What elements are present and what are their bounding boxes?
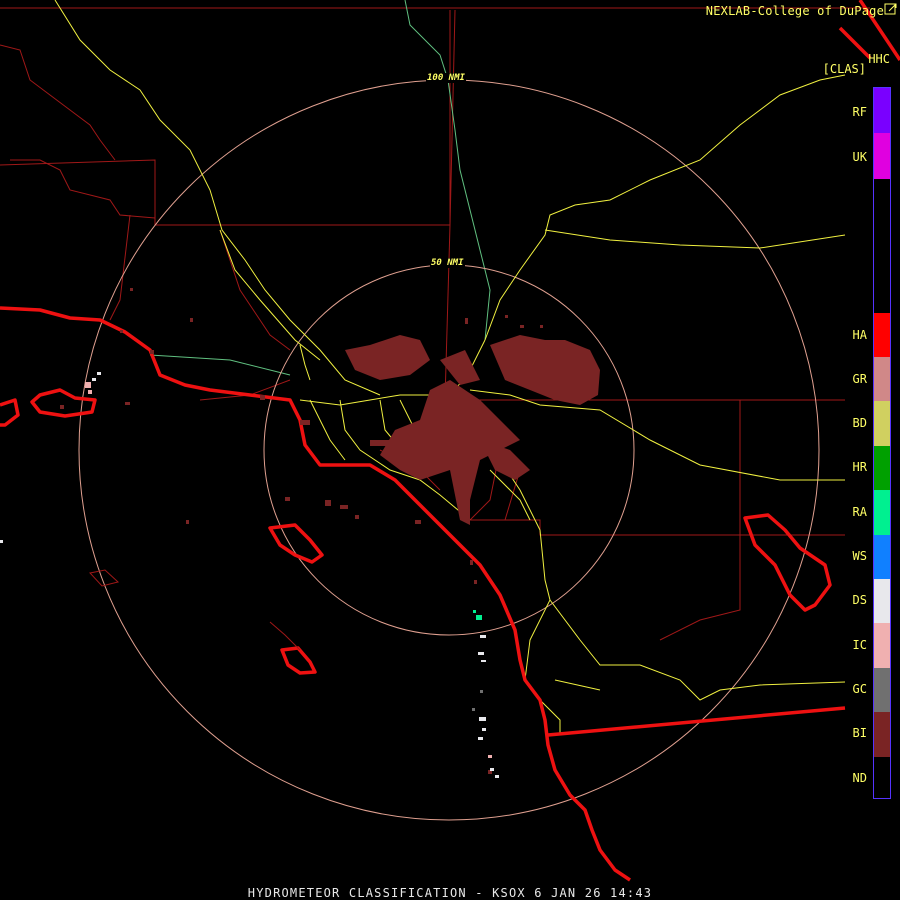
legend-label-uk: UK [852, 150, 867, 164]
product-code: HHC [868, 52, 890, 66]
legend-swatch-ic [874, 623, 890, 668]
legend-label-ha: HA [852, 328, 867, 342]
legend-label-ra: RA [852, 505, 867, 519]
external-link-icon [884, 3, 897, 15]
county-boundaries [0, 7, 870, 641]
product-title: HYDROMETEOR CLASSIFICATION - KSOX 6 JAN … [247, 886, 653, 900]
legend-label-hr: HR [852, 460, 867, 474]
echoes-ra [473, 610, 482, 620]
range-label-100: 100 NMI [426, 73, 466, 83]
islands-outline [89, 569, 301, 651]
legend-label-gc: GC [852, 682, 867, 696]
radar-echoes [60, 288, 600, 774]
legend-swatch-uk [874, 133, 890, 179]
legend-swatch-ds [874, 579, 890, 623]
legend-swatch-nd [874, 757, 890, 798]
legend-color-bar [873, 87, 891, 799]
river [149, 0, 491, 376]
legend-swatch-rf [874, 88, 890, 133]
legend-swatch-ha [874, 313, 890, 357]
product-name: [CLAS] [822, 62, 866, 76]
legend-label-nd: ND [852, 771, 867, 785]
legend-swatch-hr [874, 446, 890, 490]
radar-map [0, 0, 900, 882]
legend-swatch-gr [874, 357, 890, 401]
legend-swatch-bd [874, 401, 890, 446]
legend-label-bd: BD [852, 416, 867, 430]
legend-label-ws: WS [852, 549, 867, 563]
legend-label-rf: RF [852, 105, 867, 119]
credit-text: NEXLAB-College of DuPage [705, 4, 884, 18]
legend-swatch-gc [874, 668, 890, 712]
legend-swatch-bi [874, 712, 890, 757]
legend-label-ds: DS [852, 593, 867, 607]
legend-label-bi: BI [852, 726, 867, 740]
legend-label-ic: IC [852, 638, 867, 652]
legend-swatch-ws [874, 535, 890, 579]
legend-label-gr: GR [852, 372, 867, 386]
echoes-gc [472, 690, 483, 711]
radar-display: 100 NMI 50 NMI NEXLAB-College of DuPage … [0, 0, 900, 900]
range-label-50: 50 NMI [430, 258, 465, 268]
legend-swatch-ra [874, 490, 890, 535]
